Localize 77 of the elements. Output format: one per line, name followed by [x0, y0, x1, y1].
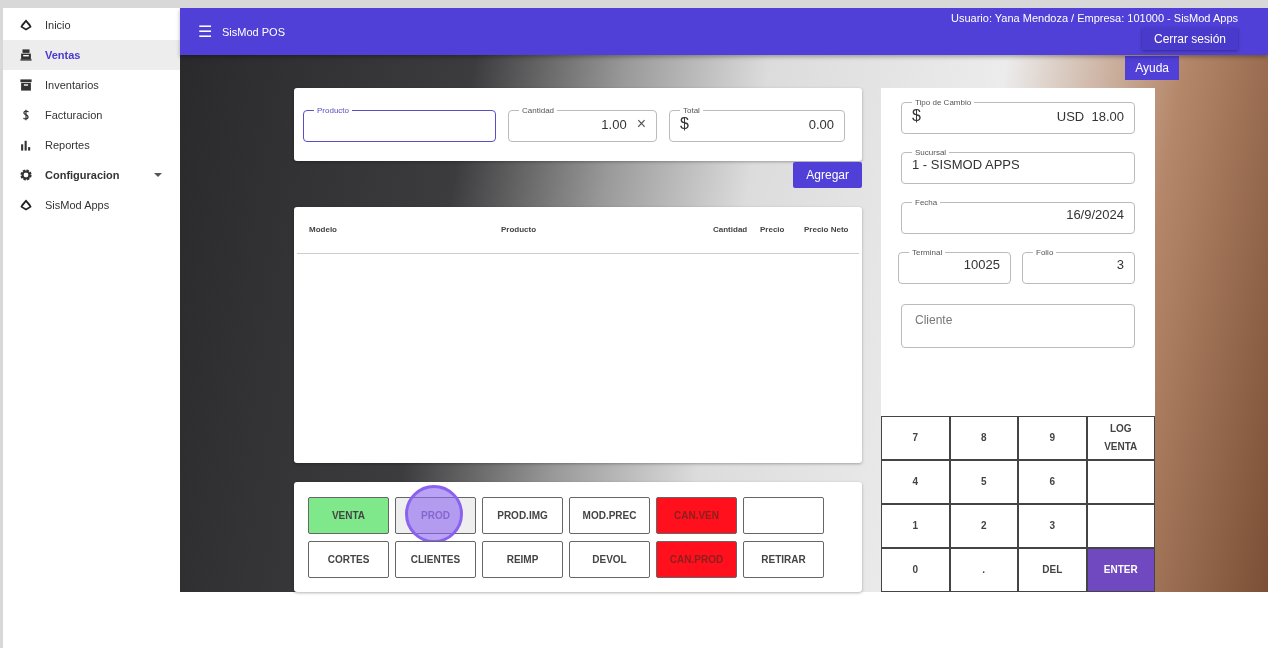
function-button[interactable]: DEVOL — [569, 541, 650, 578]
client-field[interactable]: Cliente — [901, 304, 1135, 348]
help-button[interactable]: Ayuda — [1125, 56, 1179, 80]
keypad-key[interactable]: 7 — [881, 416, 950, 460]
archive-box-icon — [19, 78, 33, 92]
keypad-key[interactable]: ENTER — [1086, 548, 1155, 592]
keypad-key[interactable]: LOG VENTA — [1086, 416, 1155, 460]
column-header: Cantidad — [713, 225, 749, 235]
column-header: Modelo — [309, 225, 338, 235]
function-button[interactable]: CORTES — [308, 541, 389, 578]
clear-button[interactable]: × — [636, 115, 646, 134]
function-button[interactable]: VENTA — [308, 497, 389, 534]
function-button[interactable] — [743, 497, 824, 534]
function-button[interactable]: CLIENTES — [395, 541, 476, 578]
keypad-key[interactable] — [1086, 460, 1155, 504]
field-value: 3 — [1116, 257, 1124, 272]
product-field[interactable]: Producto — [303, 106, 496, 143]
sidebar-item[interactable]: Facturacion — [3, 100, 180, 130]
currency-prefix: $ — [912, 107, 921, 125]
keypad-key[interactable]: 5 — [949, 460, 1018, 504]
menu-button[interactable]: ☰ — [198, 22, 212, 41]
keypad-key[interactable] — [1086, 504, 1155, 548]
field-label: Producto — [316, 106, 351, 116]
branch-field[interactable]: Sucursal 1 - SISMOD APPS — [901, 148, 1135, 184]
sidebar-item[interactable]: Inventarios — [3, 70, 180, 100]
user-info: Usuario: Yana Mendoza / Empresa: 101000 - SisMod Apps — [951, 12, 1238, 24]
bar-chart-icon — [19, 138, 33, 152]
sidebar-item[interactable]: SisMod Apps — [3, 190, 180, 220]
field-label: Fecha — [914, 198, 939, 207]
function-button[interactable]: MOD.PREC — [569, 497, 650, 534]
sidebar-item[interactable]: Ventas — [3, 40, 180, 70]
keypad-key[interactable]: 2 — [949, 504, 1018, 548]
field-value: 1.00 — [601, 116, 627, 132]
quantity-field[interactable]: Cantidad 1.00 × — [508, 106, 657, 143]
currency-prefix: $ — [680, 115, 689, 134]
field-value: 0.00 — [808, 116, 834, 132]
field-label: Cantidad — [521, 106, 556, 116]
keypad-key[interactable]: 8 — [949, 416, 1018, 460]
cash-register-icon — [19, 48, 33, 62]
sidebar-item[interactable]: Inicio — [3, 10, 180, 40]
app-title: SisMod POS — [222, 25, 285, 38]
column-header: Producto — [501, 225, 538, 235]
field-value: USD 18.00 — [1056, 108, 1124, 124]
function-button[interactable]: REIMP — [482, 541, 563, 578]
field-value: 1 - SISMOD APPS — [912, 157, 1020, 172]
keypad-key[interactable]: 3 — [1018, 504, 1087, 548]
date-field[interactable]: Fecha 16/9/2024 — [901, 198, 1135, 234]
total-field[interactable]: Total $ 0.00 — [669, 106, 845, 143]
field-label: Tipo de Cambio — [914, 98, 973, 107]
terminal-field[interactable]: Terminal 10025 — [898, 248, 1011, 284]
add-button[interactable]: Agregar — [793, 161, 862, 188]
sidebar-item[interactable]: Reportes — [3, 130, 180, 160]
sidebar-item[interactable]: Configuracion — [3, 160, 180, 190]
keypad-key[interactable]: DEL — [1018, 548, 1087, 592]
keypad-key[interactable]: 9 — [1018, 416, 1087, 460]
field-label: Sucursal — [914, 148, 948, 157]
column-header: Precio — [760, 225, 786, 235]
field-value: 10025 — [963, 257, 1000, 272]
logo-icon — [19, 18, 33, 32]
logo-icon — [19, 198, 33, 212]
exchange-rate-field[interactable]: Tipo de Cambio $ USD 18.00 — [901, 98, 1135, 134]
column-header: Precio Neto — [804, 225, 849, 235]
keypad-key[interactable]: 6 — [1018, 460, 1087, 504]
keypad-key[interactable]: 0 — [881, 548, 950, 592]
keypad-key[interactable]: 1 — [881, 504, 950, 548]
field-value: 16/9/2024 — [1066, 207, 1124, 222]
caret-icon[interactable] — [154, 172, 162, 178]
field-label: Terminal — [911, 248, 944, 257]
folio-field[interactable]: Folio 3 — [1022, 248, 1135, 284]
field-label: Total — [682, 106, 701, 116]
function-button[interactable]: PROD.IMG — [482, 497, 563, 534]
logout-button[interactable]: Cerrar sesión — [1141, 28, 1238, 50]
keypad-key[interactable]: . — [949, 548, 1018, 592]
keypad-key[interactable]: 4 — [881, 460, 950, 504]
field-label: Folio — [1035, 248, 1055, 257]
settings-icon — [19, 168, 33, 182]
function-button[interactable]: RETIRAR — [743, 541, 824, 578]
